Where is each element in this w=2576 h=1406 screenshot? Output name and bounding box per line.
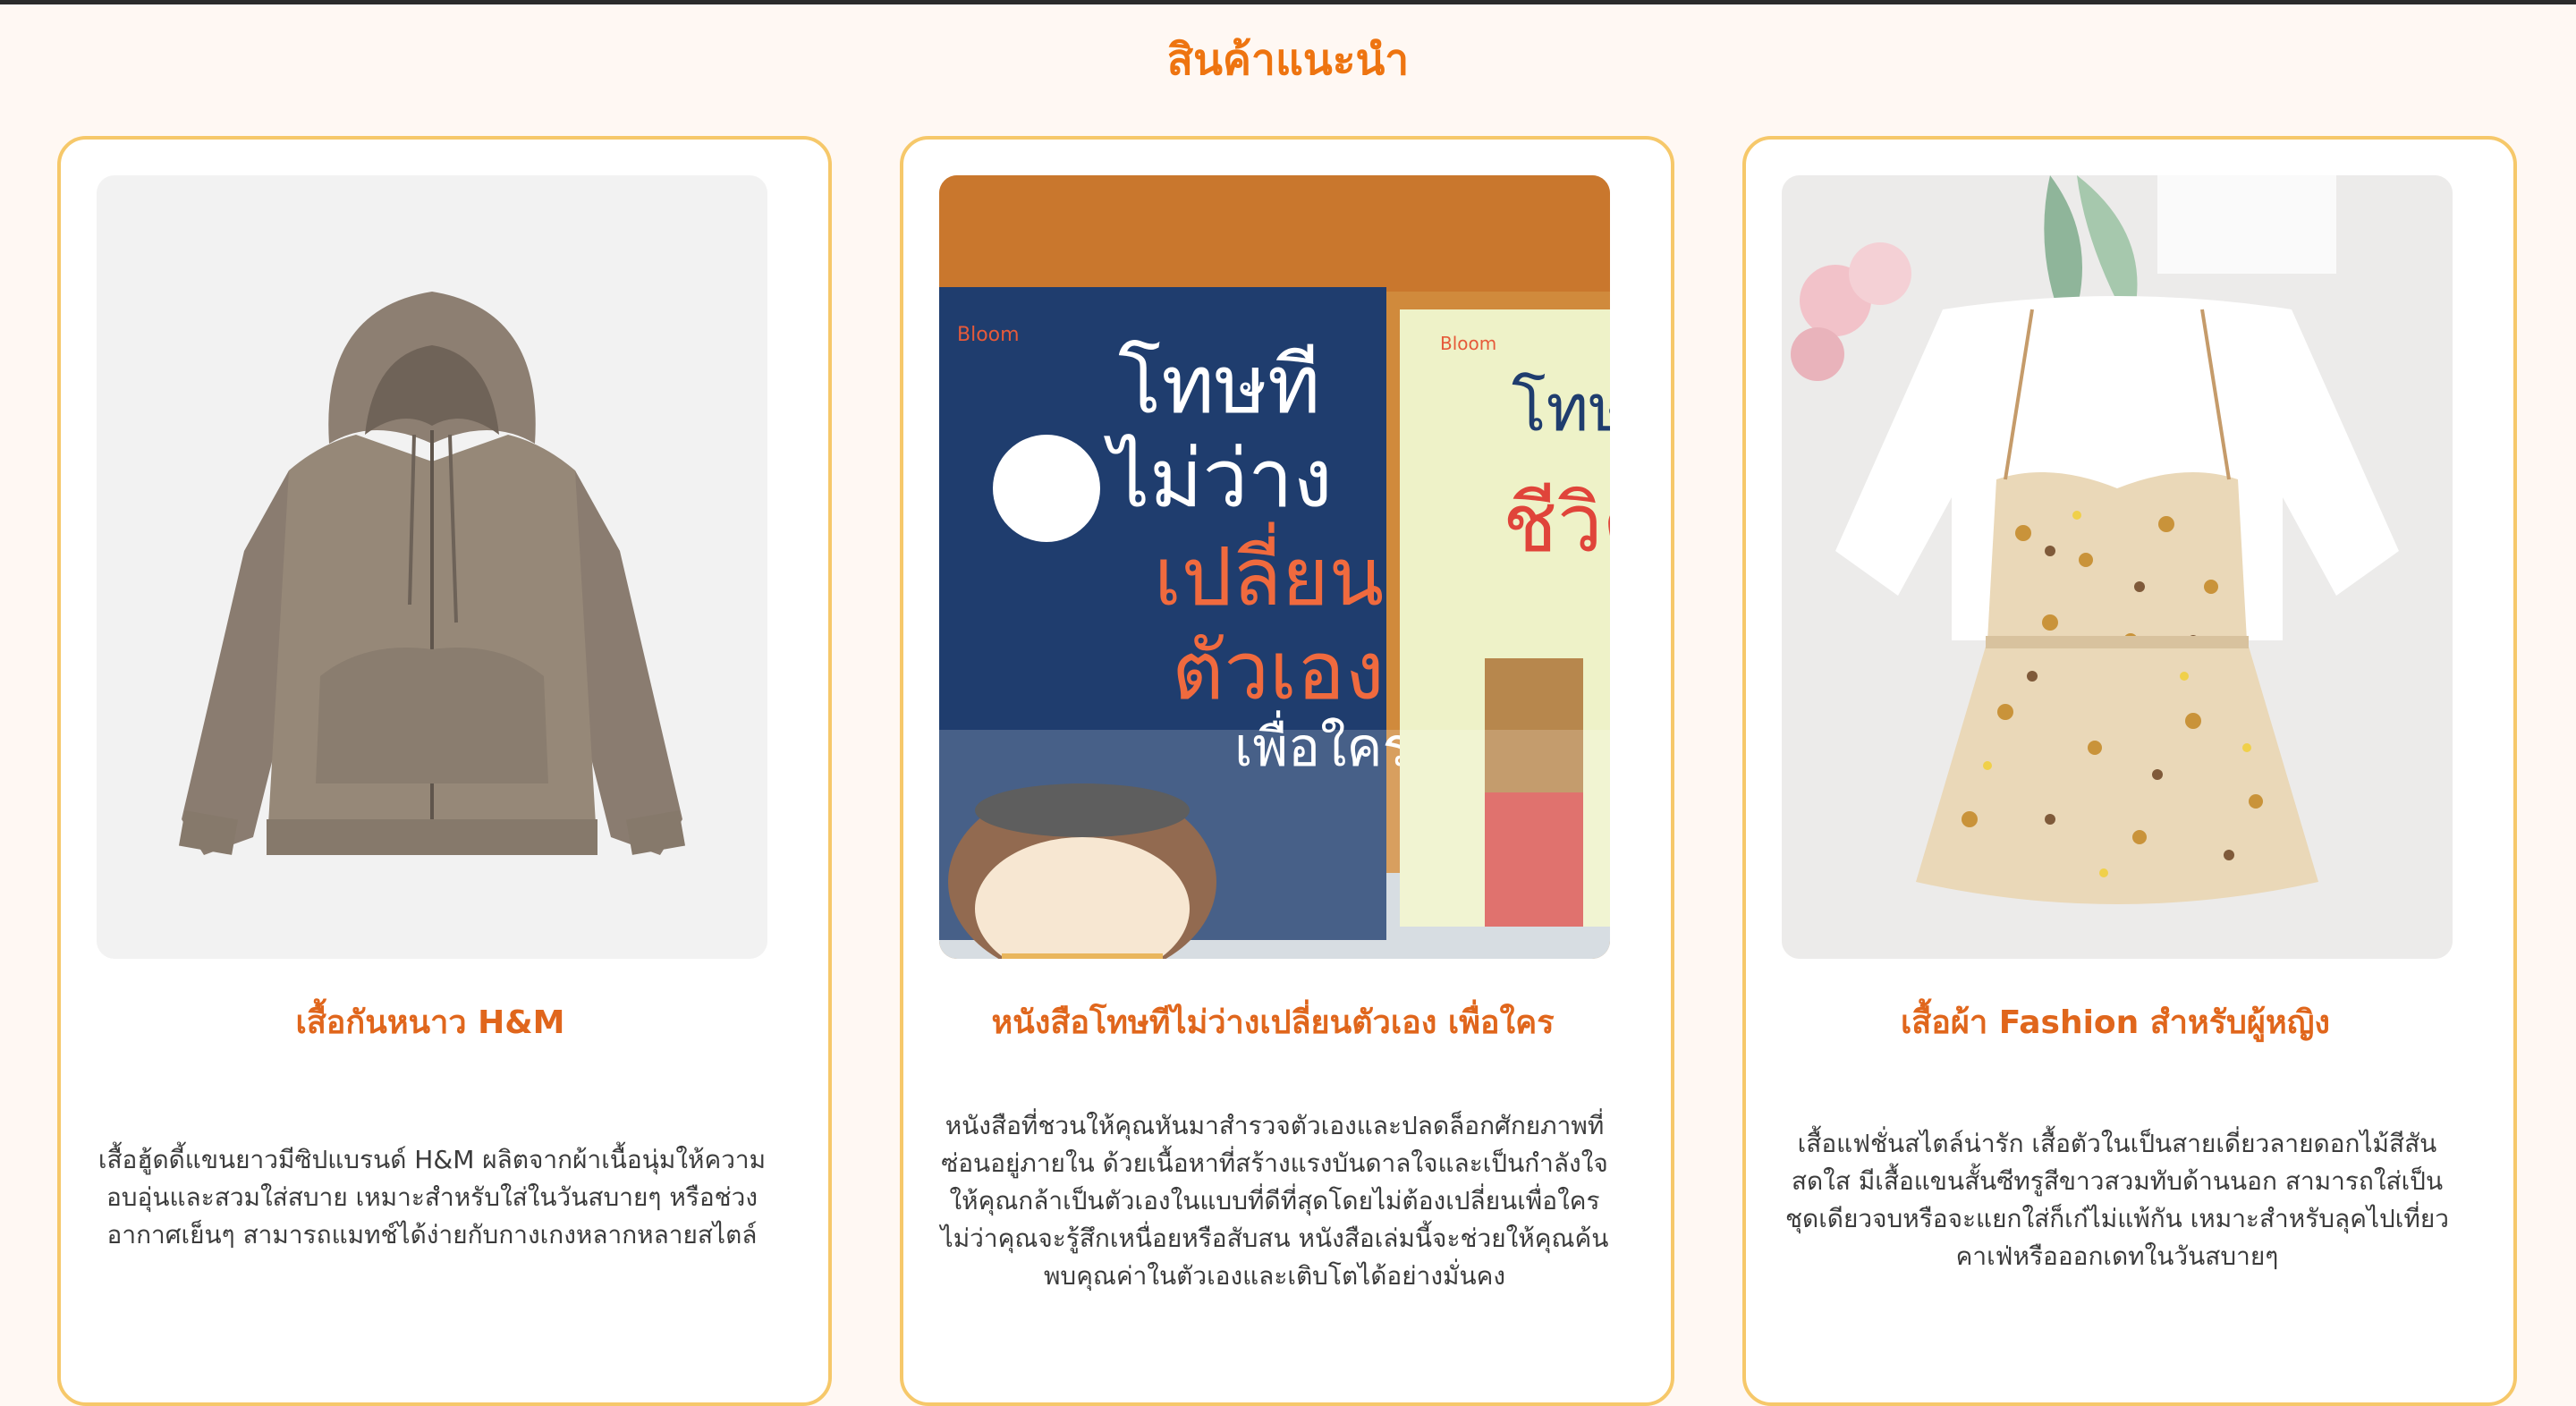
product-card-hoodie[interactable]: เสื้อกันหนาว H&M เสื้อฮู้ดดี้แขนยาวมีซิป… [57,136,832,1406]
book-publisher: Bloom [957,324,1020,346]
book-image[interactable]: Bloom โทษที ไม่ว่าง เปลี่ยน ตัวเอง เพื่อ… [939,175,1610,959]
section-title: สินค้าแนะนำ [1166,35,1410,85]
product-description: หนังสือที่ชวนให้คุณหันมาสำรวจตัวเองและปล… [940,1111,1609,1291]
product-description: เสื้อแฟชั่นสไตล์น่ารัก เสื้อตัวในเป็นสาย… [1785,1129,2449,1271]
side-book-line2: ชีวิต [1503,477,1610,571]
book-cover-line4: ตัวเอง [1172,624,1385,718]
book-cover-line2: ไม่ว่าง [1104,432,1333,526]
floral-dress-image[interactable] [1782,175,2453,959]
hoodie-image[interactable] [97,175,767,959]
book-cover-line3: เปลี่ยน [1154,521,1384,624]
top-border [0,0,2576,4]
product-card-book[interactable]: Bloom โทษที ไม่ว่าง เปลี่ยน ตัวเอง เพื่อ… [900,136,1674,1406]
product-title[interactable]: เสื้อกันหนาว H&M [79,998,782,1048]
product-title[interactable]: หนังสือโทษทีไม่ว่างเปลี่ยนตัวเอง เพื่อใค… [921,998,1624,1048]
side-book-publisher: Bloom [1440,333,1496,354]
side-book-line1: โทษ [1512,370,1610,445]
product-description: เสื้อฮู้ดดี้แขนยาวมีซิปแบรนด์ H&M ผลิตจา… [97,1145,767,1249]
book-cover-line1: โทษที [1118,338,1320,432]
product-title[interactable]: เสื้อผ้า Fashion สำหรับผู้หญิง [1764,998,2467,1048]
product-card-dress[interactable]: เสื้อผ้า Fashion สำหรับผู้หญิง เสื้อแฟชั… [1742,136,2517,1406]
